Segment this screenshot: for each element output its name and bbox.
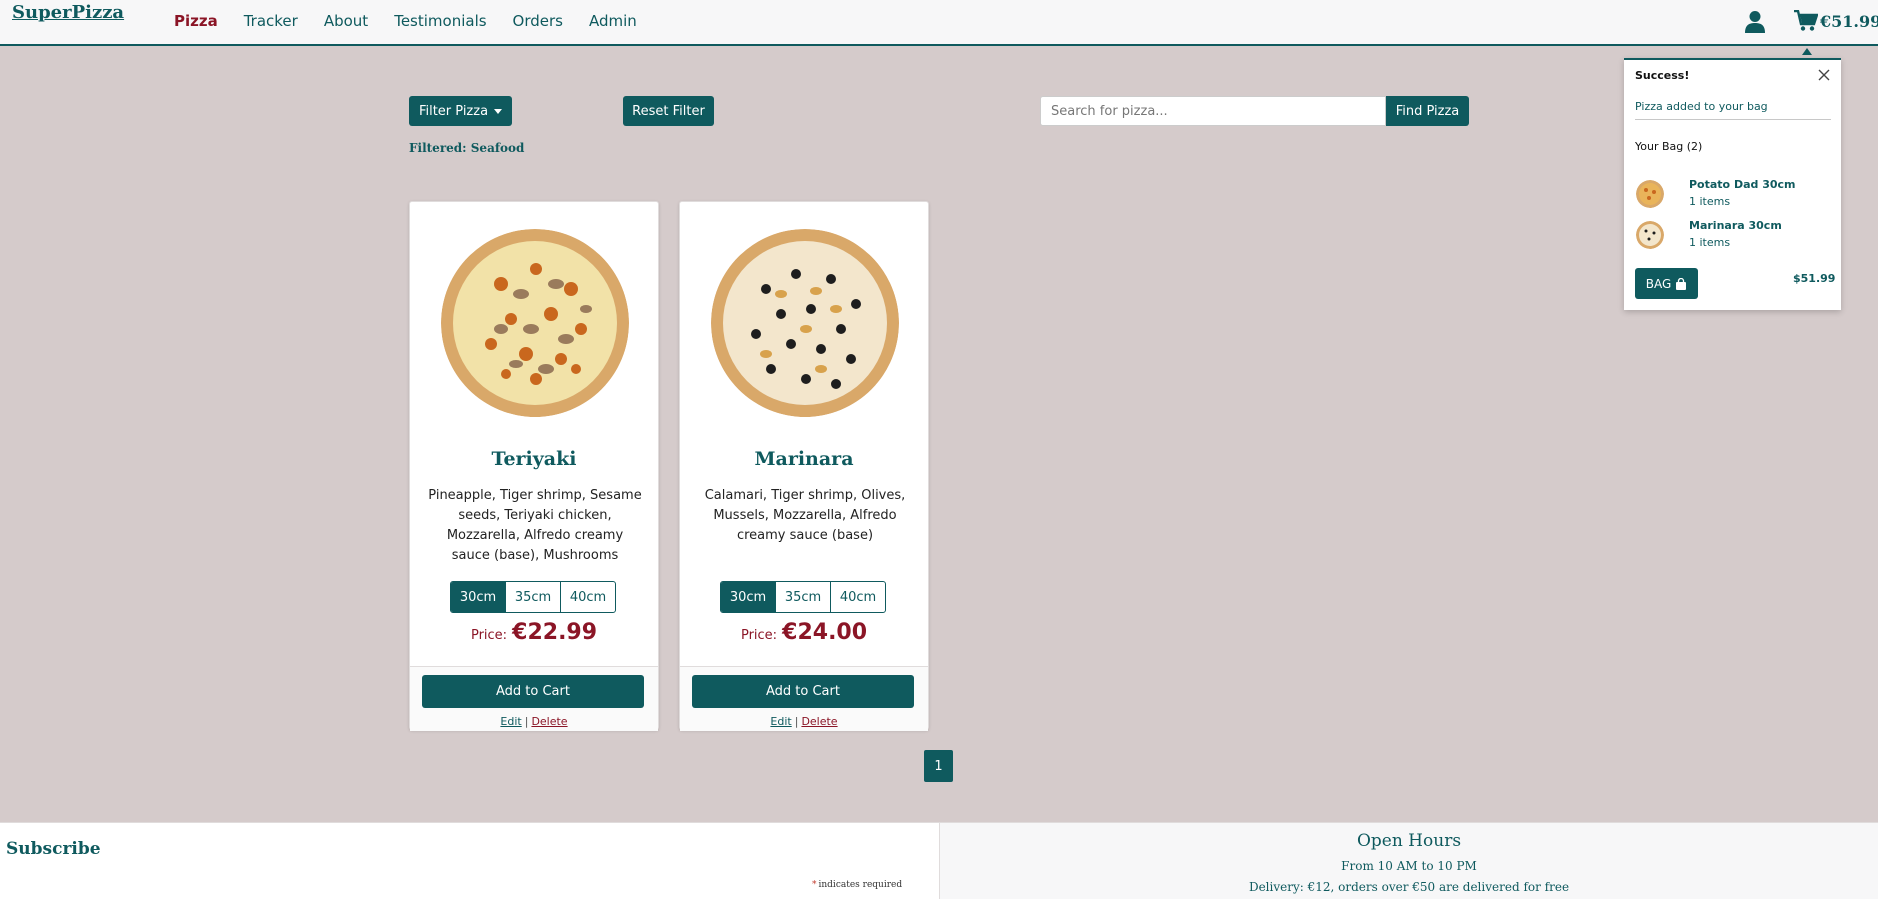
nav-item-tracker[interactable]: Tracker (244, 12, 298, 30)
toast-pointer (1802, 48, 1812, 55)
main-nav: Pizza Tracker About Testimonials Orders … (174, 12, 663, 30)
top-navbar: SuperPizza Pizza Tracker About Testimoni… (0, 0, 1878, 46)
nav-item-orders[interactable]: Orders (513, 12, 563, 30)
user-icon[interactable] (1744, 10, 1766, 34)
bag-total: $51.99 (1793, 272, 1836, 285)
product-card: Marinara Calamari, Tiger shrimp, Olives,… (679, 201, 929, 731)
open-hours-section: Open Hours From 10 AM to 10 PM Delivery:… (939, 822, 1878, 899)
product-price: Price: €22.99 (410, 620, 658, 645)
bag-item-name: Marinara 30cm (1689, 219, 1782, 232)
product-price: Price: €24.00 (680, 620, 928, 645)
nav-item-admin[interactable]: Admin (589, 12, 637, 30)
product-name: Marinara (754, 448, 854, 470)
price-label: Price: (740, 628, 778, 643)
price-value: €22.99 (512, 620, 598, 645)
required-note: * indicates required (812, 880, 902, 890)
brand-logo[interactable]: SuperPizza (12, 2, 124, 23)
price-value: €24.00 (782, 620, 868, 645)
filter-pizza-dropdown[interactable]: Filter Pizza (409, 96, 512, 126)
success-toast: Success! Pizza added to your bag Your Ba… (1624, 58, 1841, 310)
bag-item-qty: 1 items (1689, 236, 1731, 249)
price-label: Price: (470, 628, 508, 643)
product-description: Pineapple, Tiger shrimp, Sesame seeds, T… (428, 488, 642, 563)
admin-links: Edit | Delete (770, 715, 838, 728)
pizza-thumbnail (1636, 221, 1664, 249)
delete-link[interactable]: Delete (531, 715, 567, 728)
bag-item-name: Potato Dad 30cm (1689, 178, 1796, 191)
cart-button[interactable]: €51.99 (1794, 10, 1878, 32)
pizza-image (711, 229, 899, 417)
product-description: Calamari, Tiger shrimp, Olives, Mussels,… (704, 488, 906, 543)
add-to-cart-button[interactable]: Add to Cart (422, 675, 644, 708)
size-option-40cm[interactable]: 40cm (561, 582, 615, 612)
size-option-40cm[interactable]: 40cm (831, 582, 885, 612)
delete-link[interactable]: Delete (801, 715, 837, 728)
bag-item-qty: 1 items (1689, 195, 1731, 208)
edit-link[interactable]: Edit (770, 715, 791, 728)
search-input[interactable] (1040, 96, 1386, 126)
bag-item: Potato Dad 30cm 1 items (1636, 178, 1832, 218)
toast-message: Pizza added to your bag (1635, 100, 1831, 120)
admin-links: Edit | Delete (500, 715, 568, 728)
cart-total: €51.99 (1820, 11, 1878, 31)
card-footer: Add to Cart Edit | Delete (680, 666, 928, 731)
find-pizza-button[interactable]: Find Pizza (1386, 96, 1469, 126)
required-asterisk: * (812, 880, 817, 890)
close-icon[interactable] (1817, 68, 1831, 82)
size-option-30cm[interactable]: 30cm (451, 582, 506, 612)
hours-text: From 10 AM to 10 PM (1341, 859, 1477, 873)
open-hours-heading: Open Hours (1356, 831, 1462, 851)
shopping-bag-icon (1676, 277, 1687, 290)
size-option-30cm[interactable]: 30cm (721, 582, 776, 612)
caret-down-icon (494, 108, 503, 114)
subscribe-heading: Subscribe (6, 839, 101, 859)
reset-filter-button[interactable]: Reset Filter (623, 96, 714, 126)
nav-item-testimonials[interactable]: Testimonials (394, 12, 486, 30)
add-to-cart-button[interactable]: Add to Cart (692, 675, 914, 708)
bag-item: Marinara 30cm 1 items (1636, 219, 1832, 259)
size-option-35cm[interactable]: 35cm (776, 582, 831, 612)
nav-item-pizza[interactable]: Pizza (174, 12, 218, 30)
size-option-35cm[interactable]: 35cm (506, 582, 561, 612)
nav-item-about[interactable]: About (324, 12, 368, 30)
pagination-page-1[interactable]: 1 (924, 750, 953, 782)
bag-label: BAG (1645, 276, 1672, 291)
bag-button[interactable]: BAG (1635, 268, 1698, 299)
pizza-image (441, 229, 629, 417)
filtered-label: Filtered: Seafood (409, 141, 525, 155)
delivery-text: Delivery: €12, orders over €50 are deliv… (1248, 880, 1570, 894)
size-selector: 30cm 35cm 40cm (720, 581, 886, 613)
shopping-cart-icon (1794, 10, 1818, 31)
size-selector: 30cm 35cm 40cm (450, 581, 616, 613)
edit-link[interactable]: Edit (500, 715, 521, 728)
card-footer: Add to Cart Edit | Delete (410, 666, 658, 731)
subscribe-section: Subscribe * indicates required (0, 822, 939, 899)
toast-title: Success! (1635, 69, 1690, 82)
bag-count: Your Bag (2) (1635, 140, 1703, 153)
product-name: Teriyaki (491, 448, 577, 470)
required-note-text: indicates required (818, 880, 903, 890)
pizza-thumbnail (1636, 180, 1664, 208)
product-card: Teriyaki Pineapple, Tiger shrimp, Sesame… (409, 201, 659, 731)
filter-pizza-label: Filter Pizza (418, 103, 489, 119)
